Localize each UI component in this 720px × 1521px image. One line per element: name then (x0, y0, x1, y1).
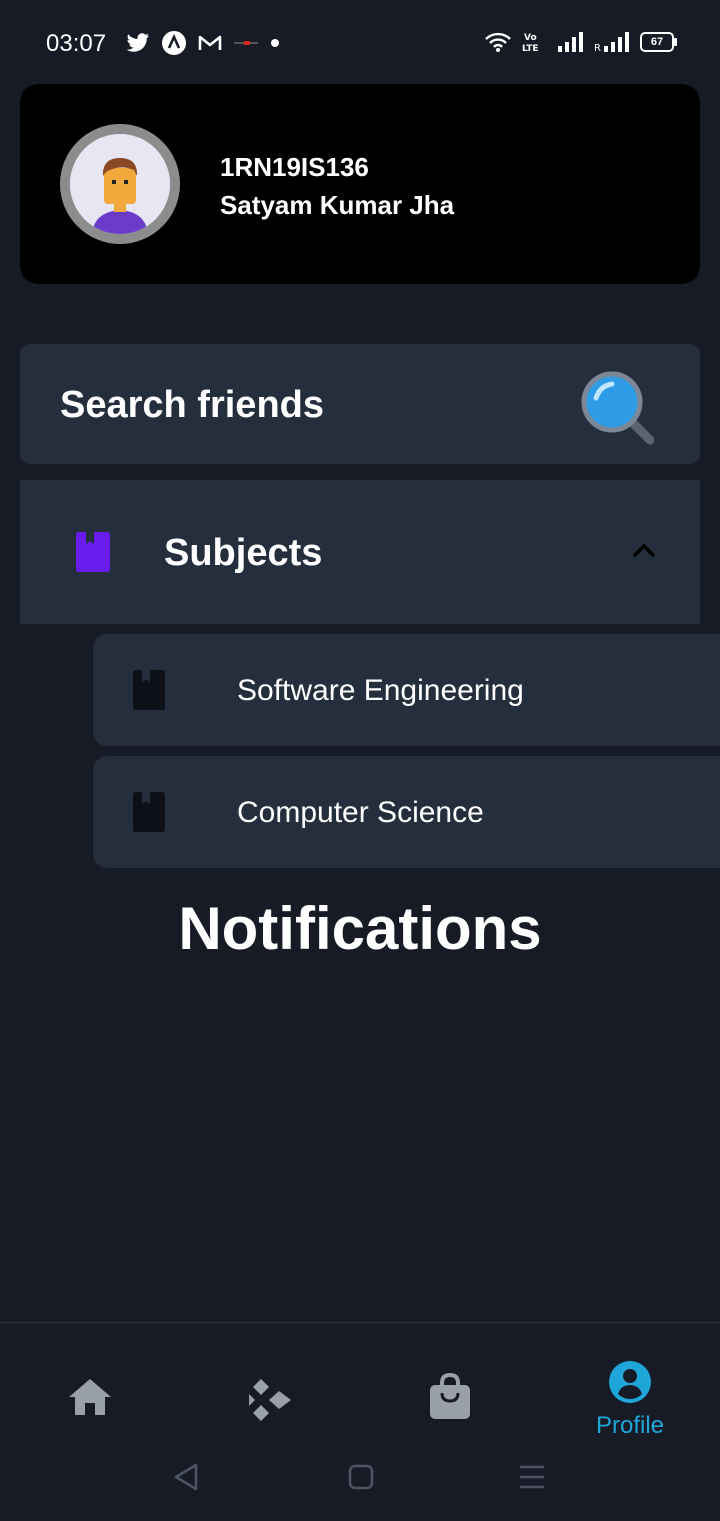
shopping-bag-icon (430, 1372, 470, 1424)
search-friends-label: Search friends (60, 384, 324, 426)
battery-icon: 67 (640, 32, 677, 52)
status-icons-left (126, 31, 280, 55)
gmail-icon (198, 34, 222, 52)
chevron-up-icon[interactable] (624, 536, 664, 571)
signal-icon (558, 32, 584, 52)
dot-icon (270, 38, 280, 48)
nav-profile[interactable]: Profile (540, 1361, 720, 1440)
profile-card[interactable]: 1RN19IS136 Satyam Kumar Jha (20, 84, 700, 284)
student-name: Satyam Kumar Jha (220, 190, 455, 220)
menu-icon[interactable] (518, 1463, 546, 1496)
svg-text:R: R (594, 43, 601, 52)
nav-explore[interactable] (180, 1361, 360, 1428)
status-icons-right: Vo LTE R 67 (484, 31, 677, 53)
svg-text:Vo: Vo (524, 33, 537, 43)
search-friends-card[interactable]: Search friends (20, 344, 700, 464)
student-id: 1RN19IS136 (220, 152, 369, 182)
nav-profile-label: Profile (595, 1412, 665, 1439)
book-icon (133, 670, 165, 715)
subject-label: Computer Science (237, 796, 484, 829)
home-square-icon[interactable] (347, 1463, 375, 1496)
search-icon[interactable] (576, 366, 656, 446)
avatar[interactable] (60, 124, 180, 244)
signal-roaming-icon: R (594, 32, 630, 52)
book-icon (133, 792, 165, 837)
home-icon (69, 1379, 111, 1420)
nav-shop[interactable] (360, 1361, 540, 1424)
svg-text:LTE: LTE (522, 44, 539, 53)
subject-label: Software Engineering (237, 674, 524, 707)
nav-home[interactable] (0, 1361, 180, 1420)
diamond-icon (247, 1377, 293, 1428)
subjects-label: Subjects (164, 532, 323, 574)
status-time: 03:07 (46, 30, 107, 57)
twitter-icon (126, 33, 150, 53)
back-icon[interactable] (172, 1463, 200, 1496)
book-icon (76, 532, 110, 577)
volte-icon: Vo LTE (522, 31, 548, 53)
news-icon (234, 38, 258, 48)
subject-item[interactable]: Computer Science (93, 756, 720, 868)
bottom-nav: Profile (0, 1322, 720, 1521)
avatar-image (70, 134, 170, 234)
profile-icon (609, 1361, 651, 1408)
subjects-header[interactable]: Subjects (20, 480, 700, 624)
subject-item[interactable]: Software Engineering (93, 634, 720, 746)
app-icon (162, 31, 186, 55)
notifications-title: Notifications (178, 895, 542, 962)
wifi-icon (484, 31, 512, 53)
